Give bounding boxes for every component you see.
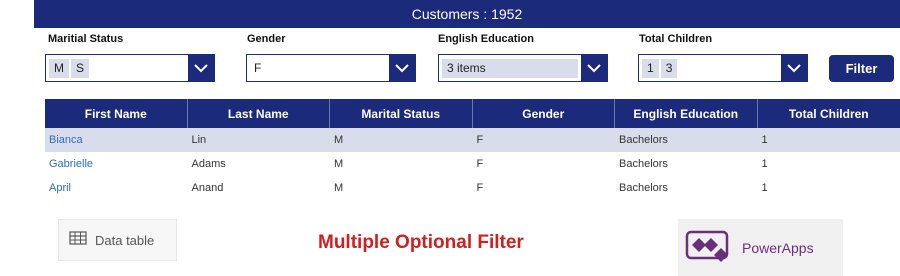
column-header-first-name[interactable]: First Name bbox=[45, 99, 188, 128]
marital-status-selected: M S bbox=[46, 55, 188, 81]
table-row[interactable]: April Anand M F Bachelors 1 bbox=[45, 176, 900, 200]
total-children-label: Total Children bbox=[639, 33, 713, 45]
english-education-selected: 3 items bbox=[439, 55, 581, 81]
chevron-down-icon[interactable] bbox=[188, 55, 214, 81]
cell-english-education: Bachelors bbox=[619, 134, 668, 146]
gender-combobox[interactable]: F bbox=[246, 54, 416, 82]
filter-button[interactable]: Filter bbox=[829, 55, 894, 82]
cell-last-name: Anand bbox=[191, 182, 224, 194]
english-education-label: English Education bbox=[438, 33, 534, 45]
cell-total-children: 1 bbox=[761, 158, 768, 170]
table-row[interactable]: Bianca Lin M F Bachelors 1 bbox=[45, 128, 900, 152]
cell-gender: F bbox=[476, 182, 484, 194]
chevron-down-icon[interactable] bbox=[581, 55, 607, 81]
cell-first-name[interactable]: Bianca bbox=[45, 134, 188, 146]
selected-chip[interactable]: S bbox=[71, 58, 90, 78]
table-icon bbox=[69, 230, 87, 250]
marital-status-combobox[interactable]: M S bbox=[45, 54, 215, 82]
cell-marital-status: M bbox=[334, 134, 344, 146]
data-table-control[interactable]: Data table bbox=[58, 219, 177, 261]
selected-chip[interactable]: 3 items bbox=[442, 58, 578, 78]
total-children-combobox[interactable]: 1 3 bbox=[638, 54, 808, 82]
cell-last-name: Adams bbox=[191, 158, 226, 170]
marital-status-label: Maritial Status bbox=[48, 33, 124, 45]
cell-gender: F bbox=[476, 158, 484, 170]
english-education-combobox[interactable]: 3 items bbox=[438, 54, 608, 82]
table-row[interactable]: Gabrielle Adams M F Bachelors 1 bbox=[45, 152, 900, 176]
cell-english-education: Bachelors bbox=[619, 158, 668, 170]
table-header: First Name Last Name Marital Status Gend… bbox=[45, 99, 900, 128]
column-header-marital-status[interactable]: Marital Status bbox=[330, 99, 473, 128]
total-children-selected: 1 3 bbox=[639, 55, 781, 81]
column-header-total-children[interactable]: Total Children bbox=[758, 99, 900, 128]
chevron-down-icon[interactable] bbox=[389, 55, 415, 81]
cell-total-children: 1 bbox=[761, 182, 768, 194]
powerapps-logo: PowerApps bbox=[678, 219, 843, 276]
cell-marital-status: M bbox=[334, 182, 344, 194]
column-header-english-education[interactable]: English Education bbox=[615, 99, 758, 128]
selected-chip[interactable]: 3 bbox=[660, 58, 678, 78]
app-header: Customers : 1952 bbox=[34, 0, 900, 28]
chevron-down-icon[interactable] bbox=[781, 55, 807, 81]
powerapps-logo-icon bbox=[684, 226, 736, 269]
column-header-last-name[interactable]: Last Name bbox=[188, 99, 330, 128]
column-header-gender[interactable]: Gender bbox=[473, 99, 615, 128]
cell-gender: F bbox=[476, 134, 484, 146]
cell-first-name[interactable]: April bbox=[45, 182, 188, 194]
cell-first-name[interactable]: Gabrielle bbox=[45, 158, 188, 170]
gender-selected: F bbox=[247, 55, 389, 81]
header-title: Customers : 1952 bbox=[411, 6, 523, 22]
selected-chip[interactable]: M bbox=[49, 58, 69, 78]
selected-chip[interactable]: 1 bbox=[642, 58, 659, 78]
cell-last-name: Lin bbox=[191, 134, 207, 146]
cell-english-education: Bachelors bbox=[619, 182, 668, 194]
gender-label: Gender bbox=[247, 33, 286, 45]
gender-value: F bbox=[254, 61, 262, 75]
powerapps-label: PowerApps bbox=[742, 239, 814, 256]
caption-title: Multiple Optional Filter bbox=[318, 232, 524, 253]
cell-marital-status: M bbox=[334, 158, 344, 170]
data-table-label: Data table bbox=[95, 232, 155, 248]
cell-total-children: 1 bbox=[761, 134, 768, 146]
